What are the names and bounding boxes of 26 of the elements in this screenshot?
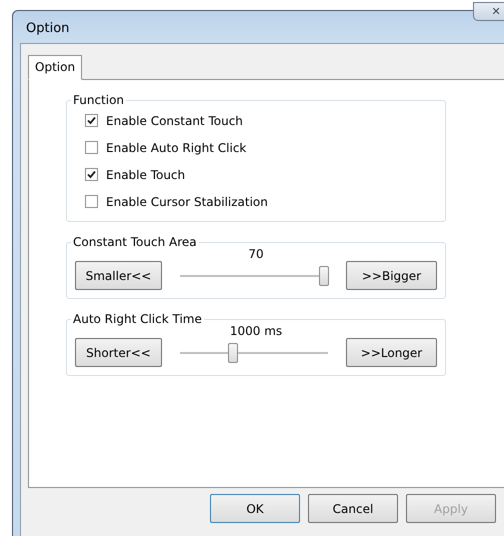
- dialog-button[interactable]: Cancel: [308, 494, 398, 523]
- slider-value: 70: [248, 247, 264, 261]
- slider-value: 1000 ms: [230, 324, 282, 338]
- decrease-button[interactable]: Smaller<<: [75, 261, 162, 290]
- window-title: Option: [25, 20, 70, 38]
- tab[interactable]: Option: [28, 55, 82, 80]
- checkbox[interactable]: [85, 141, 98, 154]
- group-title: Constant Touch Area: [72, 235, 198, 249]
- checkbox-label: Enable Constant Touch: [106, 114, 243, 128]
- slider-thumb[interactable]: [228, 342, 238, 362]
- checkbox-label: Enable Touch: [106, 168, 186, 182]
- dialog-button[interactable]: OK: [210, 494, 300, 523]
- group-title: Function: [72, 93, 126, 107]
- increase-button[interactable]: >>Bigger: [346, 261, 437, 290]
- slider-thumb[interactable]: [318, 266, 329, 286]
- checkbox[interactable]: [85, 168, 98, 181]
- slider[interactable]: [180, 266, 328, 286]
- slider[interactable]: [180, 342, 328, 362]
- group-title: Auto Right Click Time: [72, 312, 203, 326]
- increase-button[interactable]: >>Longer: [346, 338, 437, 367]
- checkbox[interactable]: [85, 195, 98, 208]
- checkbox-label: Enable Cursor Stabilization: [106, 194, 268, 208]
- checkbox[interactable]: [85, 114, 98, 127]
- decrease-button[interactable]: Shorter<<: [75, 338, 162, 367]
- close-button[interactable]: ✕: [473, 2, 504, 21]
- checkbox-label: Enable Auto Right Click: [106, 140, 246, 154]
